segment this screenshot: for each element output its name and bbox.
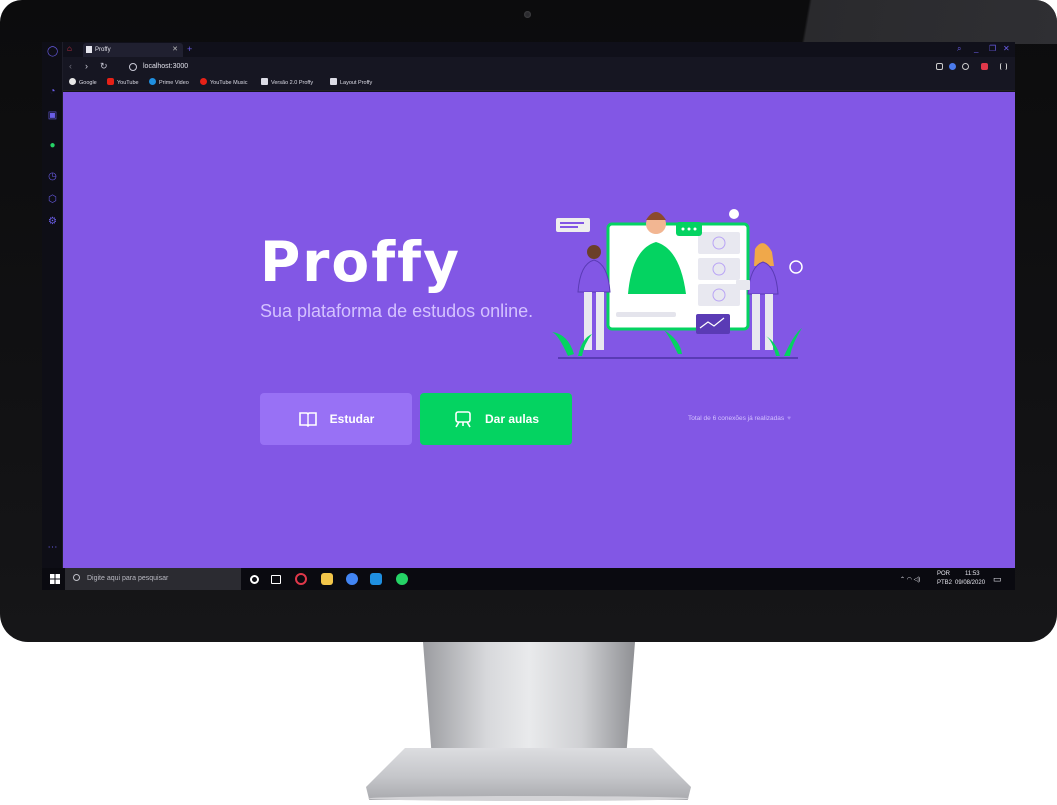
close-tab-icon[interactable]: ✕	[172, 43, 178, 57]
bezel-reflection	[787, 0, 1057, 44]
monitor-stand-base	[366, 748, 691, 800]
book-icon	[298, 412, 317, 428]
tab-title: Proffy	[95, 47, 111, 53]
total-connections: Total de 6 conexões já realizadas ♥	[688, 413, 791, 425]
task-view-icon[interactable]	[271, 575, 281, 584]
bookmark-google[interactable]: Google	[69, 76, 97, 91]
hero-illustration	[552, 209, 803, 359]
bookmark-youtube[interactable]: YouTube	[107, 76, 139, 91]
more-icon[interactable]: ⋯	[47, 542, 58, 553]
bookmark-prime-video[interactable]: Prime Video	[149, 76, 189, 91]
teach-button[interactable]: Dar aulas	[420, 393, 572, 445]
minimize-icon[interactable]: _	[974, 42, 978, 56]
vscode-icon[interactable]	[370, 573, 382, 585]
cortana-icon[interactable]	[250, 575, 259, 584]
bookmark-layout-proffy[interactable]: Layout Proffy	[330, 76, 372, 91]
extensions-icon[interactable]: ⬡	[47, 194, 58, 205]
windows-taskbar: Digite aqui para pesquisar ⌃ ◠ ◁) POR PT…	[42, 568, 1015, 590]
globe-icon	[129, 63, 137, 71]
clock-time[interactable]: 11:53	[965, 571, 980, 577]
presentation-icon	[455, 411, 471, 428]
windows-start-icon[interactable]	[50, 574, 60, 584]
teach-button-label: Dar aulas	[484, 412, 540, 426]
tab-bar: ⌂ Proffy ✕ + ⌕ _ ❐ ✕	[63, 42, 1015, 57]
stand-shadow	[368, 796, 689, 801]
language-top[interactable]: POR	[937, 571, 950, 577]
settings-icon[interactable]: ⚙	[47, 216, 58, 227]
file-explorer-icon[interactable]	[321, 573, 333, 585]
study-button-label: Estudar	[329, 412, 375, 426]
easy-setup-icon[interactable]	[1000, 63, 1007, 70]
taskbar-search[interactable]: Digite aqui para pesquisar	[65, 568, 241, 590]
screen: ◯ ◔ ▣ ● ◷ ⬡ ⚙ ⋯ ⌂ Proffy ✕ + ⌕ _ ❐ ✕ ‹ ›…	[42, 42, 1015, 590]
whatsapp-icon[interactable]: ●	[47, 140, 58, 151]
opera-taskbar-icon[interactable]	[295, 573, 307, 585]
search-tabs-icon[interactable]: ⌕	[957, 42, 961, 56]
search-icon	[73, 574, 80, 581]
webcam	[524, 11, 531, 18]
tagline: Sua plataforma de estudos online.	[260, 301, 534, 321]
opera-menu-icon[interactable]: ⌂	[67, 42, 72, 56]
reload-icon[interactable]: ↻	[100, 57, 108, 76]
adblock-icon[interactable]	[981, 63, 988, 70]
connections-text: Total de 6 conexões já realizadas	[688, 415, 785, 422]
messenger-icon[interactable]: ▣	[47, 110, 58, 121]
vpn-icon[interactable]	[949, 63, 956, 70]
opera-logo-icon[interactable]: ◯	[47, 46, 58, 57]
monitor-stand-neck	[423, 642, 635, 752]
language-bottom[interactable]: PTB2	[937, 580, 952, 586]
clock-date[interactable]: 09/08/2020	[955, 580, 985, 586]
heart-icon[interactable]	[962, 63, 969, 70]
system-tray-icons[interactable]: ⌃ ◠ ◁)	[900, 576, 920, 583]
whatsapp-taskbar-icon[interactable]	[396, 573, 408, 585]
snapshot-icon[interactable]	[936, 63, 943, 70]
proffy-logo: Proffy	[260, 230, 461, 294]
forward-icon[interactable]: ›	[85, 57, 88, 76]
notification-icon[interactable]: ▭	[993, 574, 1002, 585]
study-button[interactable]: Estudar	[260, 393, 412, 445]
chrome-icon[interactable]	[346, 573, 358, 585]
tab-proffy[interactable]: Proffy ✕	[83, 43, 183, 57]
speed-dial-icon[interactable]: ◔	[47, 86, 58, 97]
url-field[interactable]: localhost:3000	[143, 57, 188, 76]
new-tab-icon[interactable]: +	[187, 42, 192, 56]
address-bar: ‹ › ↻ localhost:3000	[63, 57, 1015, 76]
bookmarks-bar: Google YouTube Prime Video YouTube Music…	[63, 76, 1015, 91]
browser-sidebar: ◯ ◔ ▣ ● ◷ ⬡ ⚙ ⋯	[42, 42, 63, 568]
history-icon[interactable]: ◷	[47, 171, 58, 182]
page-icon	[86, 46, 92, 53]
heart-icon: ♥	[787, 415, 791, 422]
back-icon[interactable]: ‹	[69, 57, 72, 76]
restore-icon[interactable]: ❐	[989, 42, 996, 56]
close-window-icon[interactable]: ✕	[1003, 42, 1010, 56]
proffy-landing-page: Proffy Sua plataforma de estudos online.	[63, 92, 1015, 568]
bookmark-youtube-music[interactable]: YouTube Music	[200, 76, 248, 91]
monitor-scene: ◯ ◔ ▣ ● ◷ ⬡ ⚙ ⋯ ⌂ Proffy ✕ + ⌕ _ ❐ ✕ ‹ ›…	[0, 0, 1057, 805]
bookmark-versao-proffy[interactable]: Versão 2.0 Proffy	[261, 76, 313, 91]
search-placeholder: Digite aqui para pesquisar	[87, 575, 169, 582]
